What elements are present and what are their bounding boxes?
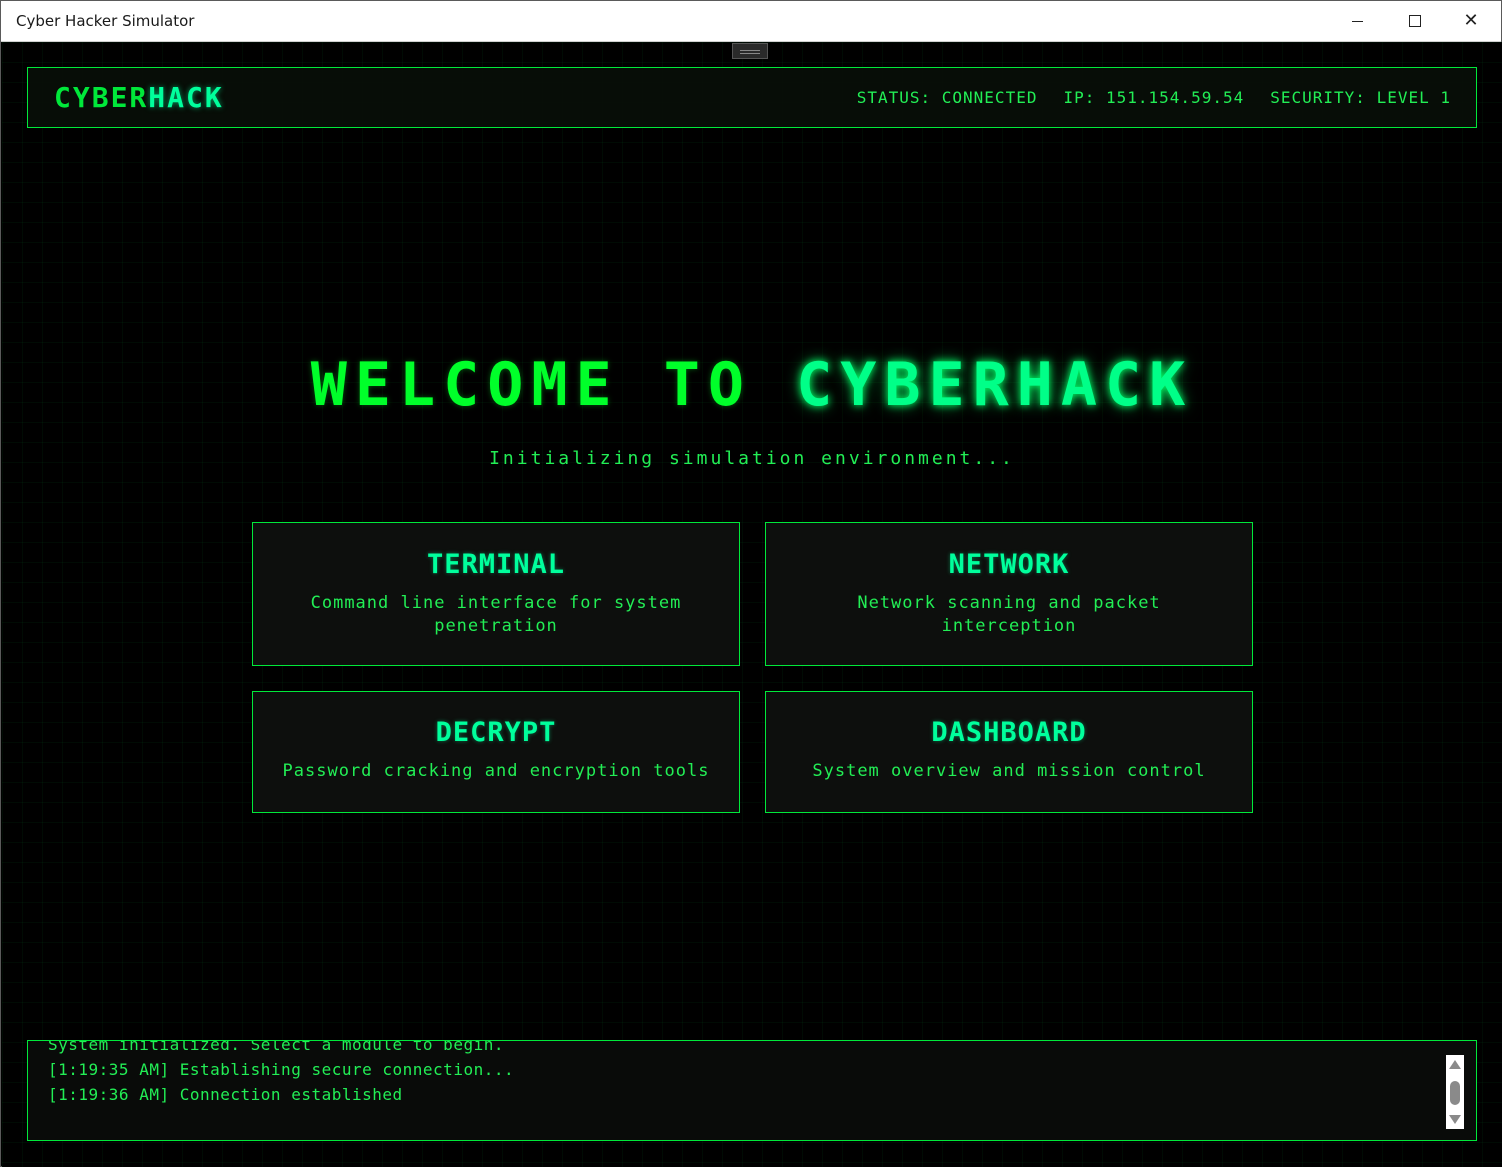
log-line: [1:19:35 AM] Establishing secure connect…: [48, 1060, 515, 1079]
module-card-network[interactable]: NETWORK Network scanning and packet inte…: [765, 522, 1253, 666]
module-title: NETWORK: [948, 549, 1070, 580]
minimize-icon: [1351, 20, 1363, 22]
module-title: TERMINAL: [426, 549, 566, 580]
app-logo: CYBERHACK: [54, 81, 224, 114]
scroll-up-icon[interactable]: [1449, 1060, 1461, 1069]
app-window: Cyber Hacker Simulator ✕ CYBERHACK STATU…: [0, 0, 1502, 1167]
scroll-down-icon[interactable]: [1449, 1115, 1461, 1124]
welcome-brand: CYBERHACK: [796, 350, 1194, 420]
module-description: System overview and mission control: [812, 761, 1206, 781]
maximize-button[interactable]: [1387, 1, 1443, 41]
security-level: SECURITY: LEVEL 1: [1270, 88, 1451, 107]
welcome-text: WELCOME TO: [310, 350, 797, 420]
log-line: System initialized. Select a module to b…: [48, 1040, 504, 1054]
module-card-terminal[interactable]: TERMINAL Command line interface for syst…: [252, 522, 740, 666]
module-description: Password cracking and encryption tools: [282, 761, 710, 781]
status-bar: STATUS: CONNECTED IP: 151.154.59.54 SECU…: [857, 88, 1451, 107]
console-log[interactable]: System initialized. Select a module to b…: [27, 1040, 1477, 1141]
logo-text-hack: HACK: [148, 81, 224, 114]
module-card-dashboard[interactable]: DASHBOARD System overview and mission co…: [765, 691, 1253, 813]
connection-status: STATUS: CONNECTED: [856, 88, 1038, 107]
maximize-icon: [1409, 15, 1421, 27]
close-icon: ✕: [1463, 10, 1479, 31]
title-bar[interactable]: Cyber Hacker Simulator ✕: [1, 1, 1501, 42]
module-description: Network scanning and packet interception: [857, 593, 1161, 636]
module-description: Command line interface for system penetr…: [310, 593, 682, 636]
window-title: Cyber Hacker Simulator: [16, 12, 195, 30]
log-line: [1:19:36 AM] Connection established: [48, 1085, 403, 1104]
logo-text-cyber: CYBER: [54, 81, 149, 114]
ip-address: IP: 151.154.59.54: [1063, 88, 1245, 107]
close-button[interactable]: ✕: [1443, 1, 1499, 41]
console-scrollbar[interactable]: [1446, 1055, 1464, 1129]
log-lines: System initialized. Select a module to b…: [48, 1040, 515, 1107]
scrollbar-thumb[interactable]: [1450, 1081, 1460, 1105]
minimize-button[interactable]: [1329, 1, 1385, 41]
welcome-heading: WELCOME TO CYBERHACK: [2, 350, 1502, 420]
app-header: CYBERHACK STATUS: CONNECTED IP: 151.154.…: [27, 67, 1477, 128]
module-title: DASHBOARD: [931, 717, 1087, 748]
drag-handle[interactable]: [732, 43, 768, 59]
module-card-decrypt[interactable]: DECRYPT Password cracking and encryption…: [252, 691, 740, 813]
main-content: CYBERHACK STATUS: CONNECTED IP: 151.154.…: [2, 42, 1502, 1167]
module-title: DECRYPT: [435, 717, 557, 748]
welcome-subtitle: Initializing simulation environment...: [489, 448, 1015, 469]
